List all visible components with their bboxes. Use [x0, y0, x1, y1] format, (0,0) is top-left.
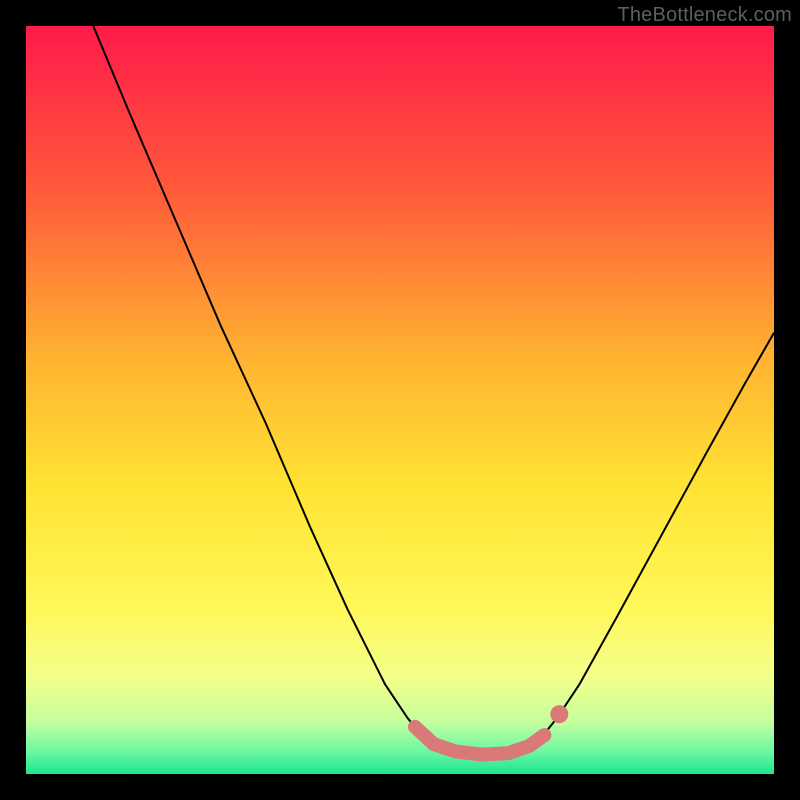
- gradient-background: [26, 26, 774, 774]
- chart-canvas: TheBottleneck.com: [0, 0, 800, 800]
- valley-end-marker: [550, 705, 568, 723]
- chart-plot: [26, 26, 774, 774]
- watermark-label: TheBottleneck.com: [617, 4, 792, 27]
